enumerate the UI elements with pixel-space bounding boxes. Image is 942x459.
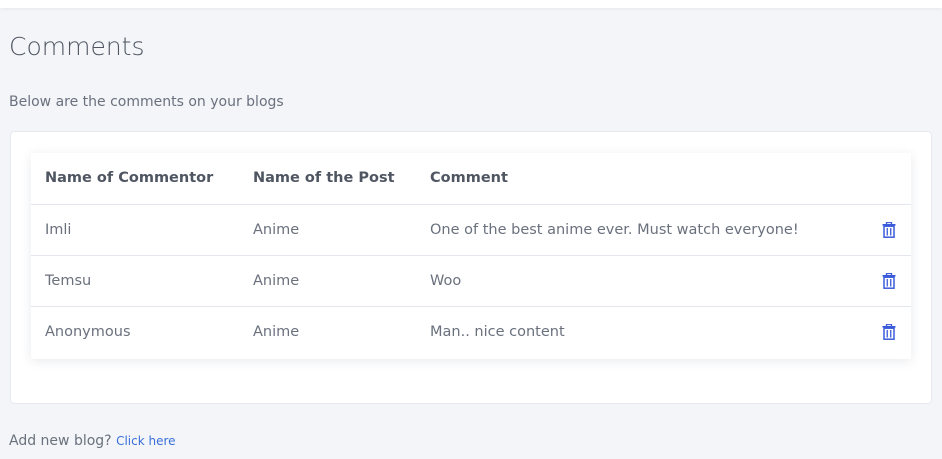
- table-row: Anonymous Anime Man.. nice content: [31, 306, 911, 357]
- add-blog-link[interactable]: Click here: [116, 434, 175, 448]
- comments-card: Name of Commentor Name of the Post Comme…: [10, 131, 932, 404]
- top-bar: [0, 0, 942, 8]
- table-header-row: Name of Commentor Name of the Post Comme…: [31, 153, 911, 204]
- comments-table-container: Name of Commentor Name of the Post Comme…: [31, 153, 911, 359]
- header-comment: Comment: [430, 170, 508, 187]
- footer-prompt: Add new blog?: [9, 433, 112, 449]
- delete-cell: [867, 306, 911, 357]
- table-row: Imli Anime One of the best anime ever. M…: [31, 204, 911, 255]
- trash-icon[interactable]: [882, 323, 896, 340]
- footer-add-blog: Add new blog? Click here: [9, 433, 176, 449]
- delete-cell: [867, 255, 911, 306]
- comments-table: Name of Commentor Name of the Post Comme…: [31, 153, 911, 357]
- header-commentor: Name of Commentor: [45, 170, 214, 187]
- header-actions: [867, 153, 911, 204]
- cell-commentor: Imli: [45, 221, 72, 238]
- cell-post: Anime: [253, 221, 300, 238]
- cell-comment: One of the best anime ever. Must watch e…: [430, 221, 799, 238]
- cell-post: Anime: [253, 272, 300, 289]
- page-subtitle: Below are the comments on your blogs: [9, 94, 284, 110]
- page-title: Comments: [9, 32, 145, 61]
- table-row: Temsu Anime Woo: [31, 255, 911, 306]
- cell-commentor: Temsu: [45, 272, 92, 289]
- cell-comment: Woo: [430, 272, 462, 289]
- trash-icon[interactable]: [882, 221, 896, 238]
- header-post: Name of the Post: [253, 170, 395, 187]
- cell-comment: Man.. nice content: [430, 323, 565, 340]
- cell-post: Anime: [253, 323, 300, 340]
- cell-commentor: Anonymous: [45, 323, 131, 340]
- delete-cell: [867, 204, 911, 255]
- trash-icon[interactable]: [882, 272, 896, 289]
